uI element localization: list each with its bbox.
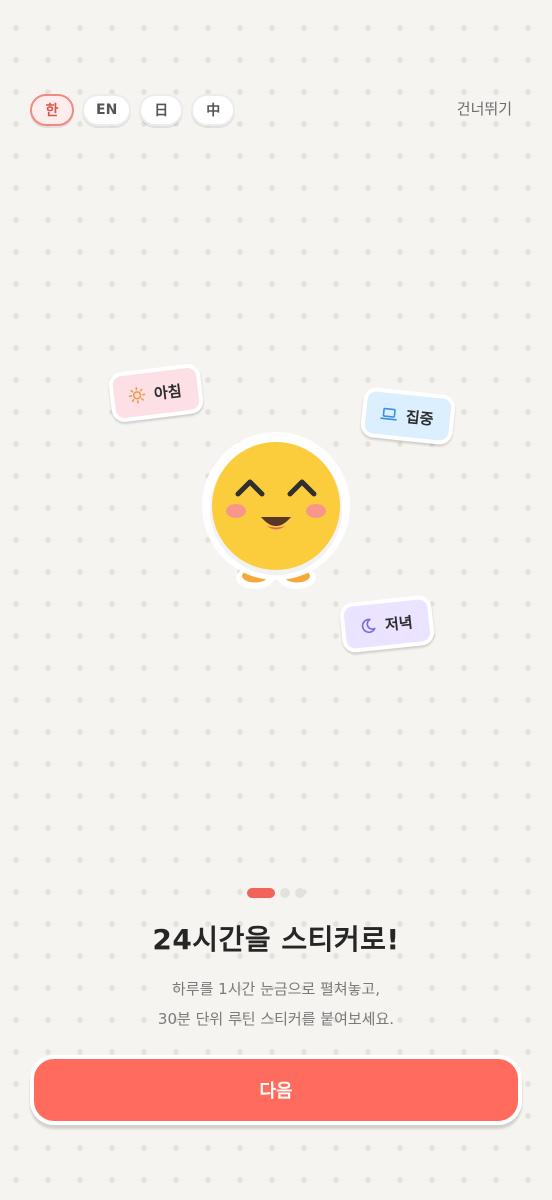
page-dot (295, 888, 305, 898)
subtitle-line-1: 하루를 1시간 눈금으로 펼쳐놓고, (171, 980, 381, 998)
onboarding-title: 24시간을 스티커로! (152, 923, 400, 956)
skip-button[interactable]: 건너뛰기 (457, 97, 512, 121)
onboarding-subtitle: 하루를 1시간 눈금으로 펼쳐놓고, 30분 단위 루틴 스티커를 붙여보세요. (0, 974, 552, 1034)
sticker-evening: 저녁 (338, 594, 435, 654)
page-dot-active (247, 888, 275, 898)
next-button[interactable]: 다음 (30, 1055, 522, 1125)
moon-icon (358, 616, 378, 636)
laptop-icon (379, 404, 399, 424)
lang-korean-button[interactable]: 한 (30, 94, 74, 126)
sticker-focus-label: 집중 (405, 407, 435, 429)
lang-english-button[interactable]: EN (82, 94, 132, 126)
sticker-morning-label: 아침 (152, 381, 183, 403)
sticker-evening-label: 저녁 (384, 612, 414, 634)
smiley-mascot-icon (200, 430, 352, 595)
lang-japanese-button[interactable]: 日 (139, 94, 184, 126)
subtitle-line-2: 30분 단위 루틴 스티커를 붙여보세요. (157, 1010, 395, 1028)
page-dot (280, 888, 290, 898)
sun-icon (127, 385, 147, 405)
lang-chinese-button[interactable]: 中 (191, 94, 236, 126)
sticker-focus: 집중 (359, 386, 456, 446)
page-indicator (0, 888, 552, 898)
language-selector: 한 EN 日 中 (30, 94, 236, 126)
sticker-morning: 아침 (107, 362, 205, 424)
